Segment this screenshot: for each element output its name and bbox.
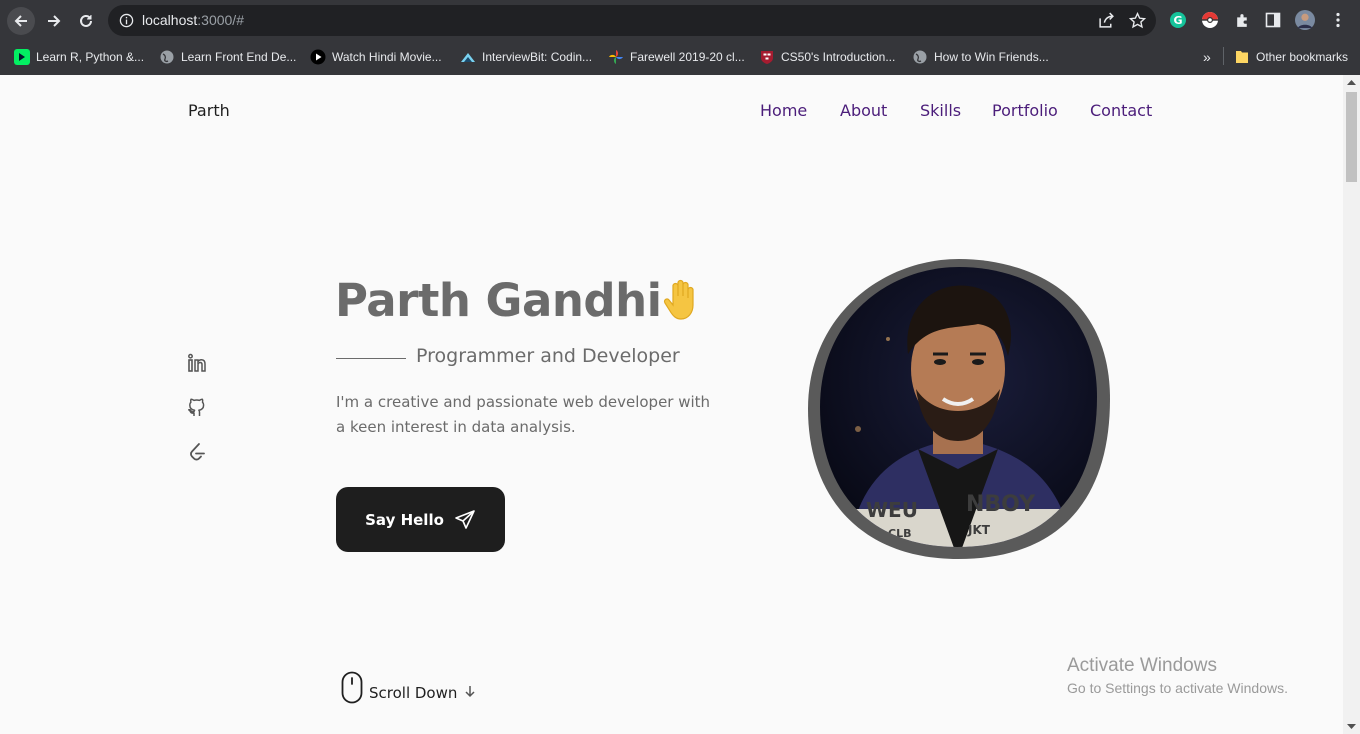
nav-link-home[interactable]: Home (760, 101, 807, 120)
play-icon (310, 49, 326, 65)
bookmark-item[interactable]: How to Win Friends... (912, 48, 1049, 66)
send-icon (455, 509, 475, 529)
site-info-icon[interactable] (119, 13, 134, 28)
activate-windows-title: Activate Windows (1067, 655, 1217, 676)
share-icon[interactable] (1098, 12, 1115, 29)
page-viewport: Parth Home About Skills Portfolio Contac… (0, 75, 1343, 734)
bookmark-item[interactable]: Watch Hindi Movie... (310, 48, 442, 66)
browser-toolbar: localhost:3000/# G (0, 0, 1360, 40)
scroll-up-arrow-icon[interactable] (1347, 79, 1356, 85)
url-host: localhost (142, 12, 198, 28)
bookmark-item[interactable]: Farewell 2019-20 cl... (608, 48, 745, 66)
scroll-down-link[interactable]: Scroll Down (341, 671, 477, 704)
svg-text:G: G (1173, 14, 1182, 27)
nav-link-contact[interactable]: Contact (1090, 101, 1152, 120)
url-path: :3000/# (197, 12, 244, 28)
hero-subtitle: Programmer and Developer (416, 345, 680, 367)
say-hello-button[interactable]: Say Hello (336, 487, 505, 552)
bookmark-label: Other bookmarks (1256, 50, 1349, 64)
url-text[interactable]: localhost:3000/# (142, 12, 244, 28)
bookmarks-bar: Learn R, Python &... Learn Front End De.… (0, 40, 1360, 74)
scroll-down-label: Scroll Down (369, 684, 458, 702)
forward-button[interactable] (40, 7, 68, 35)
datacamp-icon (14, 49, 30, 65)
bookmarks-separator (1223, 47, 1224, 65)
reload-button[interactable] (72, 7, 100, 35)
reload-icon (80, 14, 92, 27)
hero-title: Parth Gandhi (335, 274, 662, 327)
bookmark-item[interactable]: Learn Front End De... (159, 48, 296, 66)
bookmark-label: Learn Front End De... (181, 50, 297, 64)
svg-text:WEU: WEU (866, 498, 918, 522)
bookmark-label: Learn R, Python &... (36, 50, 145, 64)
extensions-puzzle-icon[interactable] (1232, 10, 1252, 30)
pinwheel-icon (608, 49, 624, 65)
other-bookmarks-folder[interactable]: Other bookmarks (1234, 48, 1348, 66)
more-bookmarks-button[interactable]: » (1203, 48, 1211, 66)
address-bar[interactable]: localhost:3000/# (108, 5, 1156, 36)
globe-icon (159, 49, 175, 65)
scroll-down-arrow-icon[interactable] (1347, 724, 1356, 730)
bookmark-item[interactable]: InterviewBit: Codin... (460, 48, 592, 66)
profile-photo: WEU NBOY JKT CLB (808, 259, 1110, 559)
mouse-icon (341, 671, 363, 704)
arrow-left-icon (14, 15, 27, 27)
globe-icon (912, 49, 928, 65)
nav-link-portfolio[interactable]: Portfolio (992, 101, 1058, 120)
pokeball-extension-icon[interactable] (1200, 10, 1220, 30)
say-hello-label: Say Hello (365, 510, 444, 529)
bookmark-star-icon[interactable] (1129, 12, 1146, 29)
side-panel-icon[interactable] (1263, 10, 1283, 30)
harvard-icon (759, 49, 775, 65)
svg-text:NBOY: NBOY (966, 492, 1036, 517)
subtitle-divider (336, 358, 406, 359)
bookmark-label: InterviewBit: Codin... (482, 50, 593, 64)
windows-activation-watermark: Activate Windows Go to Settings to activ… (1067, 655, 1288, 696)
bookmark-label: CS50's Introduction... (781, 50, 896, 64)
back-button[interactable] (7, 7, 35, 35)
github-icon[interactable] (187, 398, 207, 418)
arrow-right-icon (48, 15, 61, 27)
nav-link-skills[interactable]: Skills (920, 101, 961, 120)
linkedin-icon[interactable] (187, 353, 207, 373)
grammarly-icon[interactable]: G (1168, 10, 1188, 30)
arrow-down-icon (465, 686, 475, 698)
scrollbar-thumb[interactable] (1346, 92, 1357, 182)
folder-icon (1234, 49, 1250, 65)
bookmark-item[interactable]: Learn R, Python &... (14, 48, 144, 66)
nav-link-about[interactable]: About (840, 101, 887, 120)
interviewbit-icon (460, 49, 476, 65)
bookmark-label: Farewell 2019-20 cl... (630, 50, 745, 64)
svg-text:JKT: JKT (967, 523, 991, 537)
browser-chrome: localhost:3000/# G Learn R, Python &... (0, 0, 1360, 75)
bookmark-label: How to Win Friends... (934, 50, 1049, 64)
bookmark-label: Watch Hindi Movie... (332, 50, 442, 64)
browser-menu-icon[interactable] (1328, 10, 1348, 30)
hero-description: I'm a creative and passionate web develo… (336, 393, 711, 436)
leetcode-icon[interactable] (187, 442, 207, 462)
waving-hand-icon (663, 279, 694, 320)
bookmark-item[interactable]: CS50's Introduction... (759, 48, 895, 66)
page-scrollbar[interactable] (1343, 75, 1360, 734)
activate-windows-hint: Go to Settings to activate Windows. (1067, 680, 1288, 696)
profile-avatar-icon[interactable] (1295, 10, 1315, 30)
site-brand[interactable]: Parth (188, 101, 230, 120)
